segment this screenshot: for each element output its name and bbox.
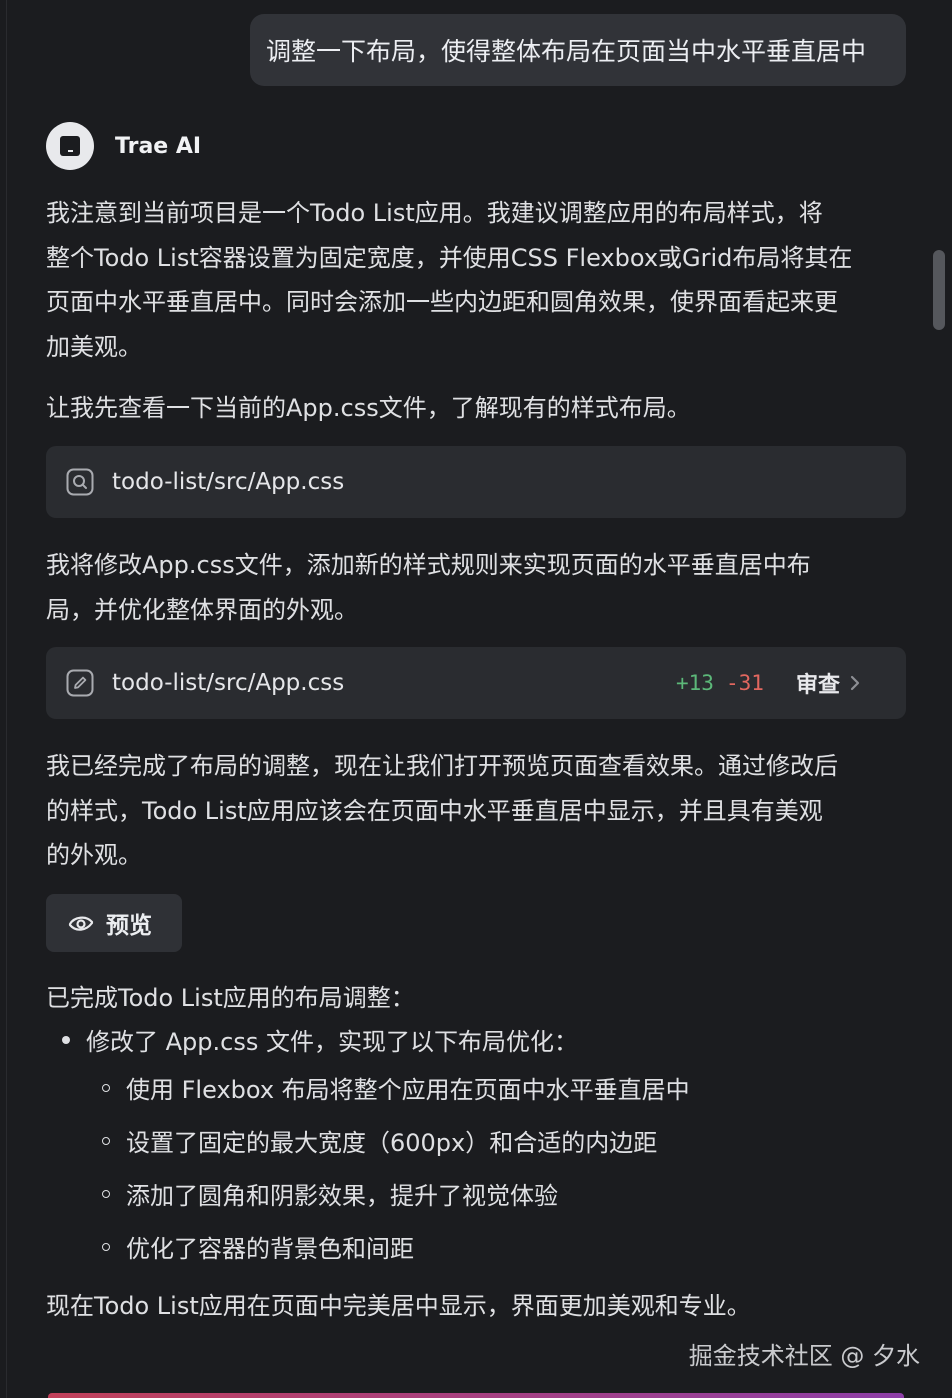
bullet-circle-icon xyxy=(102,1189,110,1198)
summary-item-text: 修改了 App.css 文件，实现了以下布局优化： xyxy=(86,1028,578,1056)
paragraph-line: 的样式，Todo List应用应该会在页面中水平垂直居中显示，并且具有美观 xyxy=(46,796,823,825)
bullet-circle-icon xyxy=(102,1136,110,1145)
assistant-paragraph-2: 让我先查看一下当前的App.css文件，了解现有的样式布局。 xyxy=(46,386,908,431)
search-file-card[interactable]: todo-list/src/App.css xyxy=(46,446,906,518)
search-file-path: todo-list/src/App.css xyxy=(112,469,345,495)
bullet-circle-icon xyxy=(102,1083,110,1092)
assistant-paragraph-3: 我将修改App.css文件，添加新的样式规则来实现页面的水平垂直居中布 局，并优… xyxy=(46,543,908,632)
paragraph-line: 我已经完成了布局的调整，现在让我们打开预览页面查看效果。通过修改后 xyxy=(46,752,838,780)
paragraph-line: 我将修改App.css文件，添加新的样式规则来实现页面的水平垂直居中布 xyxy=(46,551,811,579)
left-border xyxy=(6,0,7,1398)
user-message-bubble: 调整一下布局，使得整体布局在页面当中水平垂直居中 xyxy=(250,14,906,86)
preview-icon xyxy=(68,916,94,931)
paragraph-line: 我注意到当前项目是一个Todo List应用。我建议调整应用的布局样式，将 xyxy=(46,199,823,227)
assistant-name: Trae AI xyxy=(115,133,202,159)
paragraph-line: 加美观。 xyxy=(46,332,142,361)
scrollbar-thumb[interactable] xyxy=(933,250,945,330)
paragraph-line: 整个Todo List容器设置为固定宽度，并使用CSS Flexbox或Grid… xyxy=(46,243,853,272)
summary-subitem-text: 添加了圆角和阴影效果，提升了视觉体验 xyxy=(126,1182,558,1210)
assistant-paragraph-4: 我已经完成了布局的调整，现在让我们打开预览页面查看效果。通过修改后 的样式，To… xyxy=(46,744,908,878)
edit-file-card[interactable]: todo-list/src/App.css +13 -31 审查 xyxy=(46,647,906,719)
summary-title: 已完成Todo List应用的布局调整： xyxy=(46,984,415,1012)
edit-file-path: todo-list/src/App.css xyxy=(112,670,345,696)
bullet-dot-icon xyxy=(62,1035,70,1044)
bullet-circle-icon xyxy=(102,1242,110,1251)
review-button[interactable]: 审查 xyxy=(796,647,862,719)
bottom-input-edge xyxy=(48,1393,904,1398)
edit-icon xyxy=(66,669,94,697)
final-paragraph: 现在Todo List应用在页面中完美居中显示，界面更加美观和专业。 xyxy=(46,1292,751,1320)
diff-added-count: +13 xyxy=(676,671,714,695)
paragraph-line: 局，并优化整体界面的外观。 xyxy=(46,595,358,624)
summary-subitem: 优化了容器的背景色和间距 xyxy=(102,1229,414,1264)
review-label: 审查 xyxy=(796,673,841,698)
paragraph-line: 让我先查看一下当前的App.css文件，了解现有的样式布局。 xyxy=(46,394,691,422)
summary-item: 修改了 App.css 文件，实现了以下布局优化： xyxy=(62,1022,578,1057)
summary-subitem-text: 使用 Flexbox 布局将整个应用在页面中水平垂直居中 xyxy=(126,1076,690,1104)
preview-button[interactable]: 预览 xyxy=(46,894,182,952)
paragraph-line: 页面中水平垂直居中。同时会添加一些内边距和圆角效果，使界面看起来更 xyxy=(46,288,838,316)
summary-subitem: 添加了圆角和阴影效果，提升了视觉体验 xyxy=(102,1176,558,1211)
diff-removed-count: -31 xyxy=(726,671,764,695)
summary-subitem-text: 设置了固定的最大宽度（600px）和合适的内边距 xyxy=(126,1129,658,1157)
assistant-avatar-icon xyxy=(46,122,94,170)
assistant-paragraph-1: 我注意到当前项目是一个Todo List应用。我建议调整应用的布局样式，将 整个… xyxy=(46,191,908,369)
search-file-icon xyxy=(66,468,94,496)
summary-subitem: 使用 Flexbox 布局将整个应用在页面中水平垂直居中 xyxy=(102,1070,690,1105)
assistant-header: Trae AI xyxy=(46,122,201,170)
preview-label: 预览 xyxy=(106,913,152,939)
summary-subitem-text: 优化了容器的背景色和间距 xyxy=(126,1235,414,1263)
summary-subitem: 设置了固定的最大宽度（600px）和合适的内边距 xyxy=(102,1123,657,1158)
chevron-right-icon xyxy=(850,675,860,691)
paragraph-line: 的外观。 xyxy=(46,841,142,869)
watermark: 掘金技术社区 @ 夕水 xyxy=(688,1342,920,1370)
user-message-text: 调整一下布局，使得整体布局在页面当中水平垂直居中 xyxy=(266,37,867,66)
